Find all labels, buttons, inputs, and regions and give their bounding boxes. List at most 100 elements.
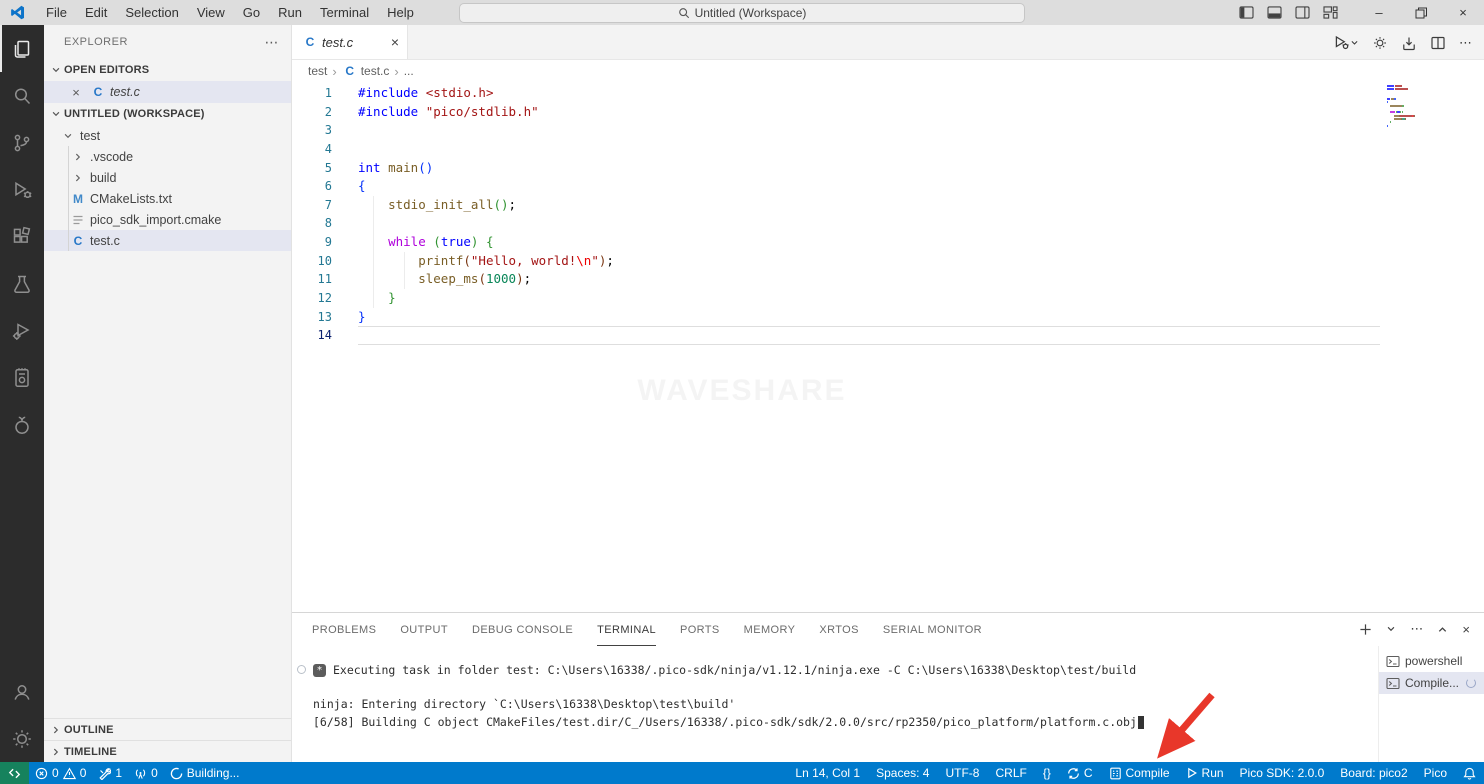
status-text: Run xyxy=(1202,766,1224,780)
run-debug-file-icon[interactable] xyxy=(1333,34,1359,51)
status-language-mode[interactable]: C xyxy=(1059,762,1101,784)
pico-board-icon[interactable] xyxy=(0,354,44,401)
new-terminal-icon[interactable] xyxy=(1359,623,1372,636)
extensions-icon[interactable] xyxy=(0,213,44,260)
play-icon xyxy=(1186,767,1198,779)
split-editor-icon[interactable] xyxy=(1430,35,1446,51)
menu-run[interactable]: Run xyxy=(269,0,311,25)
close-icon[interactable]: × xyxy=(1442,0,1484,25)
more-actions-icon[interactable]: ⋯ xyxy=(1459,35,1472,51)
chevron-right-icon xyxy=(48,747,64,757)
terminal-dropdown-icon[interactable] xyxy=(1386,624,1396,634)
panel-tab-output[interactable]: OUTPUT xyxy=(400,624,448,646)
status-encoding[interactable]: UTF-8 xyxy=(937,762,987,784)
terminal-instance-compile-[interactable]: Compile... xyxy=(1379,672,1484,694)
menu-view[interactable]: View xyxy=(188,0,234,25)
section-outline[interactable]: OUTLINE xyxy=(44,718,291,740)
more-actions-icon[interactable]: ⋯ xyxy=(265,34,280,51)
settings-gear-icon[interactable] xyxy=(1372,35,1388,51)
panel-tab-memory[interactable]: MEMORY xyxy=(744,624,796,646)
minimap[interactable] xyxy=(1387,85,1457,131)
pico-task-icon[interactable] xyxy=(0,307,44,354)
section-timeline[interactable]: TIMELINE xyxy=(44,740,291,762)
open-editor-item[interactable]: ×Ctest.c xyxy=(44,81,291,103)
testing-icon[interactable] xyxy=(0,260,44,307)
status-notifications[interactable] xyxy=(1455,762,1484,784)
tree-item-test-c[interactable]: Ctest.c xyxy=(44,230,291,251)
code-line-13: 13} xyxy=(292,308,1484,327)
binary-icon xyxy=(1109,767,1122,780)
layout-customize-icon[interactable] xyxy=(1323,6,1338,19)
panel-tab-serial-monitor[interactable]: SERIAL MONITOR xyxy=(883,624,982,646)
tree-item-cmakelists-txt[interactable]: MCMakeLists.txt xyxy=(44,188,291,209)
breadcrumb-item[interactable]: test.c xyxy=(361,64,390,78)
file-label: build xyxy=(90,171,116,185)
run-debug-icon[interactable] xyxy=(0,166,44,213)
status-language-braces[interactable]: {} xyxy=(1035,762,1059,784)
menu-terminal[interactable]: Terminal xyxy=(311,0,378,25)
minimize-icon[interactable]: – xyxy=(1358,0,1400,25)
menu-go[interactable]: Go xyxy=(234,0,269,25)
status-pico-sdk[interactable]: Pico SDK: 2.0.0 xyxy=(1232,762,1333,784)
status-pico[interactable]: Pico xyxy=(1416,762,1455,784)
settings-gear-icon[interactable] xyxy=(0,715,44,762)
panel-tab-xrtos[interactable]: XRTOS xyxy=(819,624,859,646)
code-line-3: 3 xyxy=(292,121,1484,140)
section-open-editors[interactable]: OPEN EDITORS xyxy=(44,59,291,81)
tab-test-c[interactable]: C test.c × xyxy=(292,25,408,59)
error-icon xyxy=(35,767,48,780)
panel-tab-terminal[interactable]: TERMINAL xyxy=(597,624,656,646)
raspberry-pi-icon[interactable] xyxy=(0,401,44,448)
search-icon[interactable] xyxy=(0,72,44,119)
terminal-output[interactable]: *Executing task in folder test: C:\Users… xyxy=(292,646,1378,762)
close-panel-icon[interactable]: × xyxy=(1462,622,1470,637)
cmake-file-icon: M xyxy=(70,192,86,206)
menu-selection[interactable]: Selection xyxy=(116,0,187,25)
menu-file[interactable]: File xyxy=(37,0,76,25)
close-icon[interactable]: × xyxy=(68,85,84,100)
tree-item--vscode[interactable]: .vscode xyxy=(44,146,291,167)
status-tasks[interactable]: 1 xyxy=(92,762,128,784)
file-file-icon xyxy=(70,214,86,226)
panel-tab-ports[interactable]: PORTS xyxy=(680,624,720,646)
breadcrumb[interactable]: test›Ctest.c›... xyxy=(292,60,1484,82)
status-cursor-position[interactable]: Ln 14, Col 1 xyxy=(787,762,868,784)
explorer-icon[interactable] xyxy=(0,25,44,72)
section-workspace[interactable]: UNTITLED (WORKSPACE) xyxy=(44,103,291,125)
status-indentation[interactable]: Spaces: 4 xyxy=(868,762,937,784)
command-decoration-icon[interactable] xyxy=(297,665,306,674)
status-compile[interactable]: Compile xyxy=(1101,762,1178,784)
close-icon[interactable]: × xyxy=(391,34,399,50)
status-board[interactable]: Board: pico2 xyxy=(1332,762,1415,784)
status-eol[interactable]: CRLF xyxy=(987,762,1034,784)
menu-help[interactable]: Help xyxy=(378,0,423,25)
panel-tab-debug-console[interactable]: DEBUG CONSOLE xyxy=(472,624,573,646)
status-problems[interactable]: 00 xyxy=(29,762,92,784)
tree-item-test[interactable]: test xyxy=(44,125,291,146)
breadcrumb-item[interactable]: test xyxy=(308,64,327,78)
terminal-instance-powershell[interactable]: powershell xyxy=(1379,650,1484,672)
tree-item-build[interactable]: build xyxy=(44,167,291,188)
menu-edit[interactable]: Edit xyxy=(76,0,116,25)
status-ports[interactable]: 0 xyxy=(128,762,164,784)
restore-icon[interactable] xyxy=(1400,0,1442,25)
maximize-panel-icon[interactable] xyxy=(1437,624,1448,635)
more-actions-icon[interactable]: ⋯ xyxy=(1410,621,1423,637)
status-remote[interactable] xyxy=(0,762,29,784)
status-building[interactable]: Building... xyxy=(164,762,246,784)
tree-item-pico-sdk-import-cmake[interactable]: pico_sdk_import.cmake xyxy=(44,209,291,230)
layout-panel-icon[interactable] xyxy=(1267,6,1282,19)
layout-secondary-sidebar-icon[interactable] xyxy=(1295,6,1310,19)
source-control-icon[interactable] xyxy=(0,119,44,166)
account-icon[interactable] xyxy=(0,668,44,715)
sidebar-explorer: EXPLORER ⋯ OPEN EDITORS ×Ctest.c UNTITLE… xyxy=(44,25,292,762)
flash-device-icon[interactable] xyxy=(1401,35,1417,51)
code-editor[interactable]: WAVESHARE 1#include <stdio.h>2#include "… xyxy=(292,82,1484,612)
status-run[interactable]: Run xyxy=(1178,762,1232,784)
breadcrumb-item[interactable]: ... xyxy=(404,64,414,78)
layout-sidebar-icon[interactable] xyxy=(1239,6,1254,19)
command-center-search[interactable]: Untitled (Workspace) xyxy=(459,3,1025,23)
line-number: 3 xyxy=(292,121,332,140)
vscode-logo xyxy=(9,4,27,22)
panel-tab-problems[interactable]: PROBLEMS xyxy=(312,624,376,646)
